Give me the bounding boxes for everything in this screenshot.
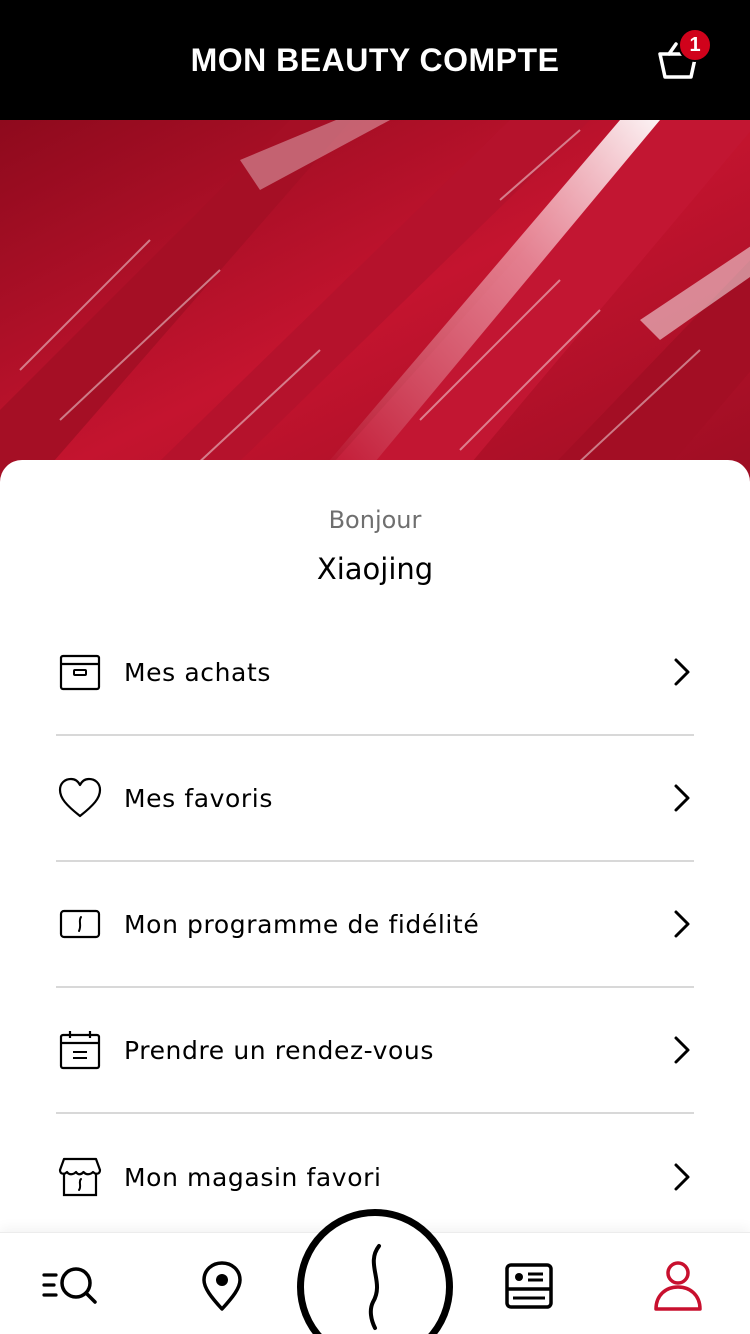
nav-menu-search-button[interactable]	[42, 1259, 98, 1315]
menu-item-label: Mon programme de fidélité	[124, 909, 480, 939]
account-icon	[654, 1261, 702, 1311]
sephora-logo-icon	[368, 1244, 381, 1330]
bottom-nav-bar	[0, 1209, 750, 1334]
store-icon	[56, 1153, 104, 1201]
menu-item-label: Prendre un rendez-vous	[124, 1035, 434, 1065]
nav-stores-button[interactable]	[194, 1259, 250, 1315]
page-title: MON BEAUTY COMPTE	[190, 41, 560, 78]
lipstick-texture-image	[0, 120, 750, 500]
menu-item-appointment[interactable]: Prendre un rendez-vous	[56, 988, 694, 1114]
chevron-right-icon	[670, 1035, 694, 1065]
menu-item-label: Mes favoris	[124, 783, 273, 813]
chevron-right-icon	[670, 1162, 694, 1192]
hero-banner-image	[0, 120, 750, 500]
cart-button[interactable]: 1	[654, 28, 712, 84]
loyalty-card-icon	[56, 900, 104, 948]
menu-item-purchases[interactable]: Mes achats	[56, 610, 694, 736]
cart-count-badge: 1	[678, 28, 712, 62]
box-icon	[56, 648, 104, 696]
chevron-right-icon	[670, 657, 694, 687]
greeting-text: Bonjour	[328, 506, 422, 534]
chevron-right-icon	[670, 909, 694, 939]
account-menu: Mes achats Mes favoris Mon programme de …	[56, 610, 694, 1240]
calendar-icon	[56, 1026, 104, 1074]
heart-icon	[56, 774, 104, 822]
chevron-right-icon	[670, 783, 694, 813]
menu-item-label: Mon magasin favori	[124, 1162, 382, 1192]
menu-item-loyalty[interactable]: Mon programme de fidélité	[56, 862, 694, 988]
menu-item-favorites[interactable]: Mes favoris	[56, 736, 694, 862]
account-card: Bonjour Xiaojing Mes achats Mes favoris …	[0, 460, 750, 1240]
nav-account-button[interactable]	[650, 1259, 706, 1315]
nav-card-button[interactable]	[501, 1259, 557, 1315]
app-header: MON BEAUTY COMPTE 1	[0, 0, 750, 120]
menu-item-label: Mes achats	[124, 657, 271, 687]
menu-search-icon	[42, 1267, 97, 1304]
location-pin-icon	[202, 1261, 242, 1311]
user-name: Xiaojing	[316, 552, 434, 586]
id-card-icon	[505, 1263, 553, 1309]
